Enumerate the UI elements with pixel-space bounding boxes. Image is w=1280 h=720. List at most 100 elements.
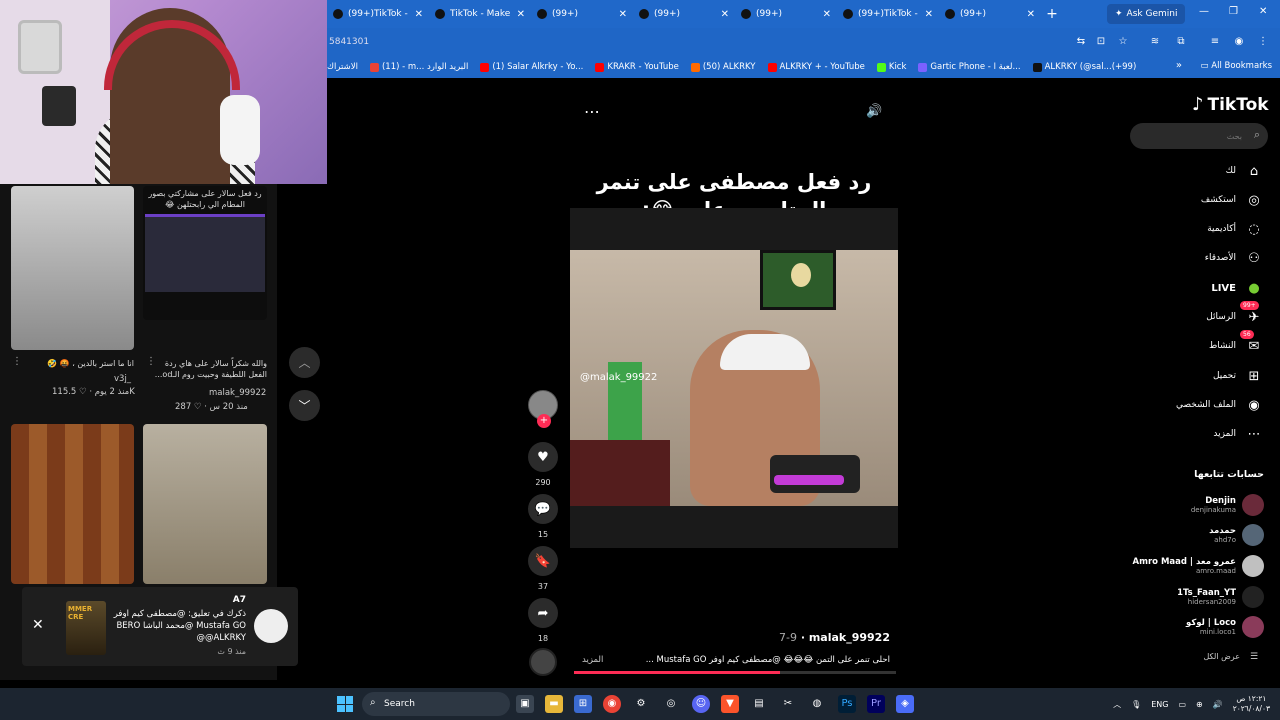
app-icon[interactable]: ⚙ xyxy=(632,695,650,713)
save-button[interactable]: 🔖 37 xyxy=(528,546,558,591)
nav-item-academy[interactable]: ◌ أكاديمية xyxy=(1207,218,1264,240)
extension-wave-icon[interactable]: ≋ xyxy=(1149,36,1161,48)
bookmark-item[interactable]: Gartic Phone - لعبة ا... xyxy=(918,62,1021,72)
see-all-button[interactable]: عرض الكل xyxy=(1160,652,1240,661)
task-view-icon[interactable]: ▣ xyxy=(516,695,534,713)
previous-video-button[interactable]: ︿ xyxy=(289,347,320,378)
browser-tab[interactable]: (99+) ✕ xyxy=(735,0,837,28)
taskbar-search[interactable]: ⌕ Search xyxy=(362,692,510,716)
browser-tab-active[interactable]: (99+) ✕ xyxy=(939,0,1041,28)
clock[interactable]: ١٢:٢١ ص ٢٠٢٦/٠٨/٠٣ xyxy=(1233,694,1270,714)
close-icon[interactable]: ✕ xyxy=(925,9,933,20)
brave-icon[interactable]: ▼ xyxy=(721,695,739,713)
discord-icon[interactable]: ☺ xyxy=(692,695,710,713)
obs-icon[interactable]: ◎ xyxy=(662,695,680,713)
search-icon[interactable]: ⌕ xyxy=(1254,128,1260,142)
share-button[interactable]: ➦ 18 xyxy=(528,598,558,643)
video-thumbnail[interactable] xyxy=(143,424,267,584)
post-author[interactable]: malak_99922 xyxy=(809,631,890,644)
chevron-right-icon[interactable]: » xyxy=(1176,60,1182,71)
video-thumbnail[interactable] xyxy=(11,424,134,584)
monitor-icon[interactable]: ▭ xyxy=(1178,700,1186,709)
close-icon[interactable]: ✕ xyxy=(517,9,525,20)
chevron-up-icon[interactable]: ︿ xyxy=(1113,699,1121,710)
browser-tab[interactable]: (99+) ✕ xyxy=(633,0,735,28)
search-box[interactable]: ⌕ xyxy=(1130,123,1268,149)
nav-item-more[interactable]: ⋯ المزيد xyxy=(1213,423,1264,445)
nav-item-explore[interactable]: ◎ استكشف xyxy=(1201,189,1264,211)
extensions-icon[interactable]: ⧉ xyxy=(1175,36,1187,48)
install-icon[interactable]: ⊡ xyxy=(1095,36,1107,48)
following-account[interactable]: 1Ts_Faan_YT hidersan2009 xyxy=(1177,584,1264,610)
nav-item-upload[interactable]: ⊞ تحميل xyxy=(1213,365,1264,387)
premiere-icon[interactable]: Pr xyxy=(867,695,885,713)
bookmark-item[interactable]: ALKRKY (@sal...(+99) xyxy=(1032,62,1136,72)
post-author-line[interactable]: 7-9 · malak_99922 xyxy=(700,631,890,644)
following-account[interactable]: Amro Maad | عمرو معد amro.maad xyxy=(1133,553,1264,579)
search-input[interactable] xyxy=(1138,127,1242,145)
nav-item-live[interactable]: ● LIVE xyxy=(1211,277,1264,299)
minimize-icon[interactable]: — xyxy=(1199,6,1209,17)
capcut-icon[interactable]: ✂ xyxy=(779,695,797,713)
all-bookmarks-button[interactable]: ▭ All Bookmarks xyxy=(1201,61,1272,71)
video-thumbnail[interactable] xyxy=(11,186,134,350)
network-icon[interactable]: ⊕ xyxy=(1196,700,1203,709)
volume-icon[interactable]: 🔊 xyxy=(1213,700,1223,709)
music-disc[interactable] xyxy=(529,648,557,676)
bookmark-item[interactable]: KRAKR - YouTube xyxy=(595,62,679,72)
following-account[interactable]: حمدمد ahd7o xyxy=(1209,522,1264,548)
restore-icon[interactable]: ❐ xyxy=(1229,6,1238,17)
start-button[interactable] xyxy=(337,696,353,712)
nav-item-for-you[interactable]: ⌂ لك xyxy=(1226,160,1264,182)
nav-item-friends[interactable]: ⚇ الأصدقاء xyxy=(1205,247,1264,269)
following-account[interactable]: Denjin denjinakuma xyxy=(1191,492,1264,518)
following-account[interactable]: لوكو | Loco mini.loco1 xyxy=(1186,614,1264,640)
close-icon[interactable]: ✕ xyxy=(823,9,831,20)
file-explorer-icon[interactable]: ▬ xyxy=(545,695,563,713)
profile-avatar-icon[interactable]: ◉ xyxy=(1233,36,1245,48)
app-icon[interactable]: ▤ xyxy=(750,695,768,713)
browser-tab[interactable]: (99+) ✕ xyxy=(531,0,633,28)
close-icon[interactable]: ✕ xyxy=(415,9,423,20)
ask-gemini-button[interactable]: ✦ Ask Gemini xyxy=(1107,4,1186,24)
bookmark-item[interactable]: (50) ALKRKY xyxy=(690,62,756,72)
bookmark-item[interactable]: Kick xyxy=(876,62,906,72)
list-icon[interactable]: ☰ xyxy=(1250,652,1258,662)
new-tab-icon[interactable]: + xyxy=(1041,6,1063,22)
photoshop-icon[interactable]: Ps xyxy=(838,695,856,713)
nav-item-activity[interactable]: ✉ 56 النشاط xyxy=(1209,330,1264,357)
chrome-icon[interactable]: ◉ xyxy=(603,695,621,713)
notification-toast[interactable]: ✕ MMER CRE A7 ذكرك في تعليق: @مصطفى كيم … xyxy=(22,587,298,666)
bookmark-item[interactable]: (1) Salar Alkrky - Yo... xyxy=(480,62,583,72)
menu-dots-icon[interactable]: ⋮ xyxy=(1257,36,1269,48)
translate-icon[interactable]: ⇆ xyxy=(1075,36,1087,48)
microphone-icon[interactable]: 🎙 xyxy=(1131,700,1141,709)
bookmark-item[interactable]: (11) - m... البريد الوارد xyxy=(369,62,468,72)
follow-plus-icon[interactable]: + xyxy=(537,414,551,428)
like-button[interactable]: ♥ 290 xyxy=(528,442,558,487)
video-thumbnail[interactable]: رد فعل سالار على مشاركتي بصور المطام الي… xyxy=(143,186,267,320)
url-text[interactable]: 5841301 xyxy=(329,37,369,47)
volume-icon[interactable]: 🔊 xyxy=(866,104,882,119)
video-progress-bar[interactable] xyxy=(574,671,896,674)
comment-button[interactable]: 💬 15 xyxy=(528,494,558,539)
browser-tab[interactable]: (99+)TikTok - M ✕ xyxy=(837,0,939,28)
close-icon[interactable]: ✕ xyxy=(721,9,729,20)
address-bar[interactable]: 5841301 ⇆ ⊡ ☆ ≋ ⧉ ≡ ◉ ⋮ xyxy=(327,28,1280,56)
tiktok-logo[interactable]: ♪ TikTok xyxy=(1192,94,1269,115)
close-icon[interactable]: ✕ xyxy=(619,9,627,20)
see-more-button[interactable]: المزيد xyxy=(582,655,603,665)
close-icon[interactable]: ✕ xyxy=(32,617,44,633)
app-icon[interactable]: ◈ xyxy=(896,695,914,713)
nav-item-profile[interactable]: ◉ الملف الشخصي xyxy=(1176,394,1264,416)
browser-tab[interactable]: TikTok - Make Y ✕ xyxy=(429,0,531,28)
bookmark-item[interactable]: ALKRKY + - YouTube xyxy=(767,62,865,72)
bookmark-star-icon[interactable]: ☆ xyxy=(1117,36,1129,48)
close-window-icon[interactable]: ✕ xyxy=(1259,6,1267,17)
language-indicator[interactable]: ENG xyxy=(1151,700,1168,709)
nav-item-messages[interactable]: ✈ +99 الرسائل xyxy=(1206,301,1264,328)
store-icon[interactable]: ⊞ xyxy=(574,695,592,713)
media-icon[interactable]: ≡ xyxy=(1209,36,1221,48)
bookmark-item[interactable]: الاشتراك xyxy=(327,62,358,72)
steam-icon[interactable]: ◍ xyxy=(808,695,826,713)
